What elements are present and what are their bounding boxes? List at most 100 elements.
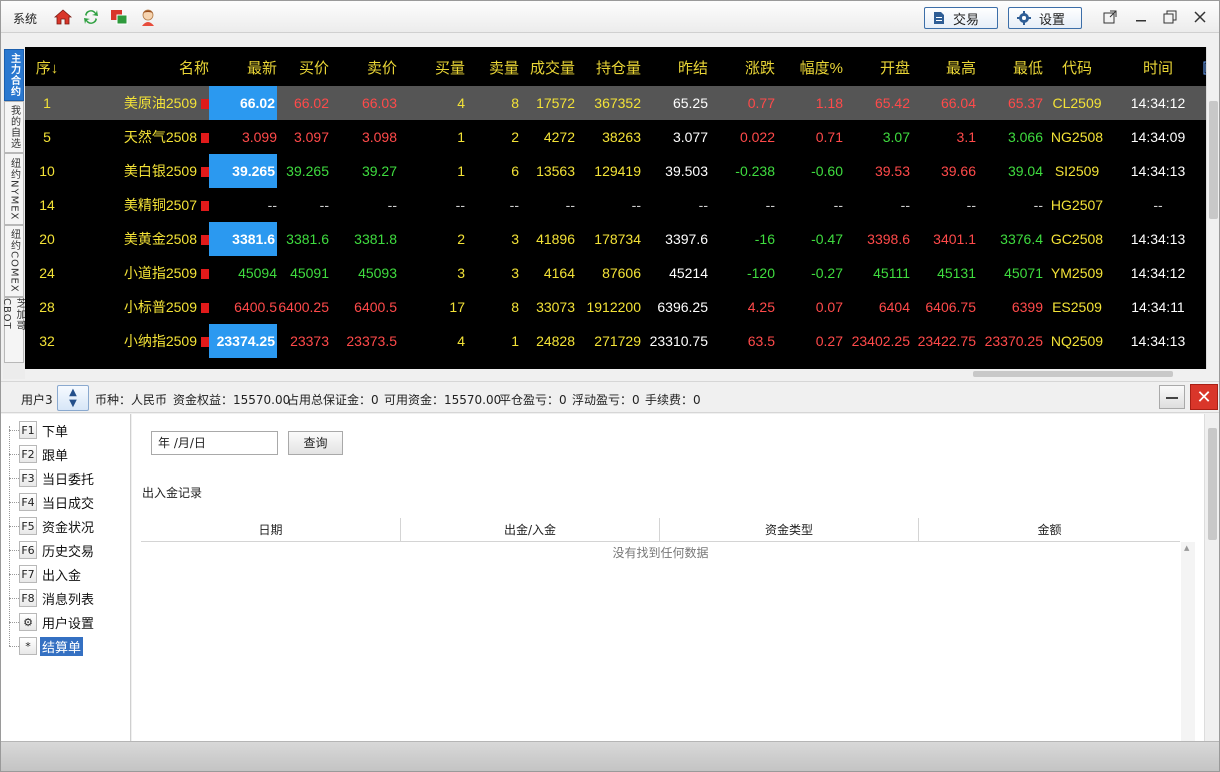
popout-icon[interactable] <box>1101 8 1119 26</box>
tree-item[interactable]: F8 消息列表 <box>9 588 96 608</box>
tree-item[interactable]: F1 下单 <box>9 420 70 440</box>
quote-column-header[interactable]: 买价 <box>277 52 329 86</box>
close-pl-text: 平仓盈亏：0 <box>499 393 567 407</box>
market-flag-icon <box>201 337 209 347</box>
market-tab[interactable]: 我的自选 <box>4 101 24 153</box>
close-icon[interactable] <box>1191 8 1209 26</box>
quote-column-header[interactable]: 昨结 <box>641 52 708 86</box>
quote-column-header[interactable]: 持仓量 <box>575 52 641 86</box>
quote-cell-low: 23370.25 <box>984 333 1043 349</box>
tree-item-key: F1 <box>19 421 37 439</box>
quote-row[interactable]: 20 美黄金2508 3381.6 3381.6 3381.8 2 3 41896 178734… <box>25 222 1206 256</box>
settings-button[interactable]: 设置 <box>1008 7 1082 29</box>
quote-row[interactable]: 1 美原油2509 66.02 66.02 66.03 4 8 17572 367352 65.2… <box>25 86 1206 120</box>
quote-cell-low: 65.37 <box>1007 95 1043 111</box>
quote-row[interactable]: 10 美白银2509 39.265 39.265 39.27 1 6 13563 129419 3… <box>25 154 1206 188</box>
quote-column-header[interactable]: 时间 <box>1111 52 1205 86</box>
tree-item[interactable]: * 结算单 <box>9 636 84 656</box>
quote-column-header[interactable]: 序↓ <box>25 52 69 86</box>
quote-column-header[interactable]: 卖价 <box>329 52 397 86</box>
system-menu[interactable]: 系统 <box>13 10 37 27</box>
records-header: 日期 出金/入金 资金类型 金额 <box>141 518 1180 542</box>
quote-column-header[interactable]: 代码 <box>1043 52 1111 86</box>
tree-item[interactable]: F3 当日委托 <box>9 468 96 488</box>
quote-cell-last: 23374.25 <box>209 324 277 358</box>
quote-row[interactable]: 24 小道指2509 45094 45091 45093 3 3 4164 87606 45214… <box>25 256 1206 290</box>
market-flag-icon <box>201 167 209 177</box>
content-scrollbar[interactable] <box>1204 414 1219 741</box>
column-amount[interactable]: 金额 <box>919 518 1180 542</box>
quote-cell-chg: 0.77 <box>747 95 775 111</box>
quote-cell-name: 美白银2509 <box>123 163 197 179</box>
quote-column-header[interactable]: 幅度% <box>775 52 843 86</box>
windows-icon[interactable] <box>109 7 129 27</box>
user-avatar-icon[interactable] <box>138 7 158 27</box>
settings-button-label: 设置 <box>1039 12 1066 28</box>
quote-cell-last: 45094 <box>238 265 277 281</box>
tree-item[interactable]: F5 资金状况 <box>9 516 96 536</box>
market-tab[interactable]: 芝加哥CBOT <box>1 297 25 363</box>
panel-close-button[interactable]: ✕ <box>1190 384 1218 410</box>
market-tab[interactable]: 纽约COMEX <box>4 225 24 297</box>
quote-column-header[interactable]: 开盘 <box>843 52 910 86</box>
quote-column-header[interactable]: 最高 <box>910 52 976 86</box>
quote-cell-chg: 4.25 <box>747 299 775 315</box>
date-input[interactable]: 年 /月/日 <box>151 431 278 455</box>
quote-cell-pct: -0.27 <box>811 265 843 281</box>
quote-cell-oi: -- <box>631 197 641 213</box>
quote-cell-bidvol: 2 <box>457 231 465 247</box>
quote-column-header[interactable]: 卖量 <box>465 52 519 86</box>
restore-icon[interactable] <box>1161 8 1179 26</box>
tree-item[interactable]: F6 历史交易 <box>9 540 96 560</box>
quote-column-header[interactable]: 最低 <box>976 52 1043 86</box>
panel-minimize-button[interactable] <box>1159 385 1185 409</box>
quote-column-header[interactable]: 涨跌 <box>708 52 775 86</box>
query-button[interactable]: 查询 <box>288 431 343 455</box>
quote-row[interactable]: 5 天然气2508 3.099 3.097 3.098 1 2 4272 38263 3.077 0… <box>25 120 1206 154</box>
trade-button[interactable]: 交易 <box>924 7 998 29</box>
quote-cell-high: 39.66 <box>940 163 976 179</box>
tree-item-key: F7 <box>19 565 37 583</box>
quote-row[interactable]: 28 小标普2509 6400.5 6400.25 6400.5 17 8 33073 1912… <box>25 290 1206 324</box>
column-fund-type[interactable]: 资金类型 <box>660 518 919 542</box>
quote-column-header[interactable]: 买量 <box>397 52 465 86</box>
tree-item[interactable]: ⚙ 用户设置 <box>9 612 96 632</box>
market-tab[interactable]: 主力合约 <box>4 49 24 101</box>
quote-row[interactable]: 32 小纳指2509 23374.25 23373 23373.5 4 1 24828 2717… <box>25 324 1206 358</box>
market-tab[interactable]: 纽约NYMEX <box>4 153 24 225</box>
quote-cell-ask: -- <box>387 197 397 213</box>
quote-cell-oi: 271729 <box>594 333 641 349</box>
quote-column-header[interactable]: 成交量 <box>519 52 575 86</box>
quote-cell-ask: 3.098 <box>361 129 397 145</box>
quote-column-header[interactable]: 最新 <box>209 52 277 86</box>
quote-row[interactable]: 14 美精铜2507 -- -- -- -- -- -- -- -- -- -- -- -- -- HG250… <box>25 188 1206 222</box>
quote-column-header[interactable]: 名称 <box>79 52 209 86</box>
market-flag-icon <box>201 269 209 279</box>
minimize-icon[interactable] <box>1132 8 1150 26</box>
column-date[interactable]: 日期 <box>141 518 401 542</box>
quote-cell-oi: 367352 <box>594 95 641 111</box>
quote-vertical-scrollbar[interactable] <box>1206 47 1219 369</box>
account-user: 用户3 <box>21 393 53 407</box>
tree-item[interactable]: F2 跟单 <box>9 444 70 464</box>
quote-horizontal-scrollbar[interactable] <box>25 369 1219 379</box>
quote-cell-askvol: 8 <box>511 95 519 111</box>
quote-cell-open: 65.42 <box>874 95 910 111</box>
tree-item[interactable]: F4 当日成交 <box>9 492 96 512</box>
quote-cell-chg: -120 <box>746 265 775 281</box>
available-funds-text: 可用资金：15570.00 <box>384 393 502 407</box>
quote-cell-low: 3.066 <box>1007 129 1043 145</box>
market-flag-icon <box>201 235 209 245</box>
records-scrollbar[interactable] <box>1181 542 1195 741</box>
tree-item[interactable]: F7 出入金 <box>9 564 83 584</box>
account-switcher[interactable]: ▲ ▼ <box>57 385 89 411</box>
quote-cell-open: -- <box>900 197 910 213</box>
quote-cell-askvol: 6 <box>511 163 519 179</box>
trade-button-label: 交易 <box>953 12 980 28</box>
refresh-icon[interactable] <box>81 7 101 27</box>
quote-cell-chg: -16 <box>754 231 775 247</box>
gear-icon <box>1017 11 1031 25</box>
home-icon[interactable] <box>53 7 73 27</box>
column-direction[interactable]: 出金/入金 <box>401 518 660 542</box>
quote-cell-bid: 3.097 <box>293 129 329 145</box>
